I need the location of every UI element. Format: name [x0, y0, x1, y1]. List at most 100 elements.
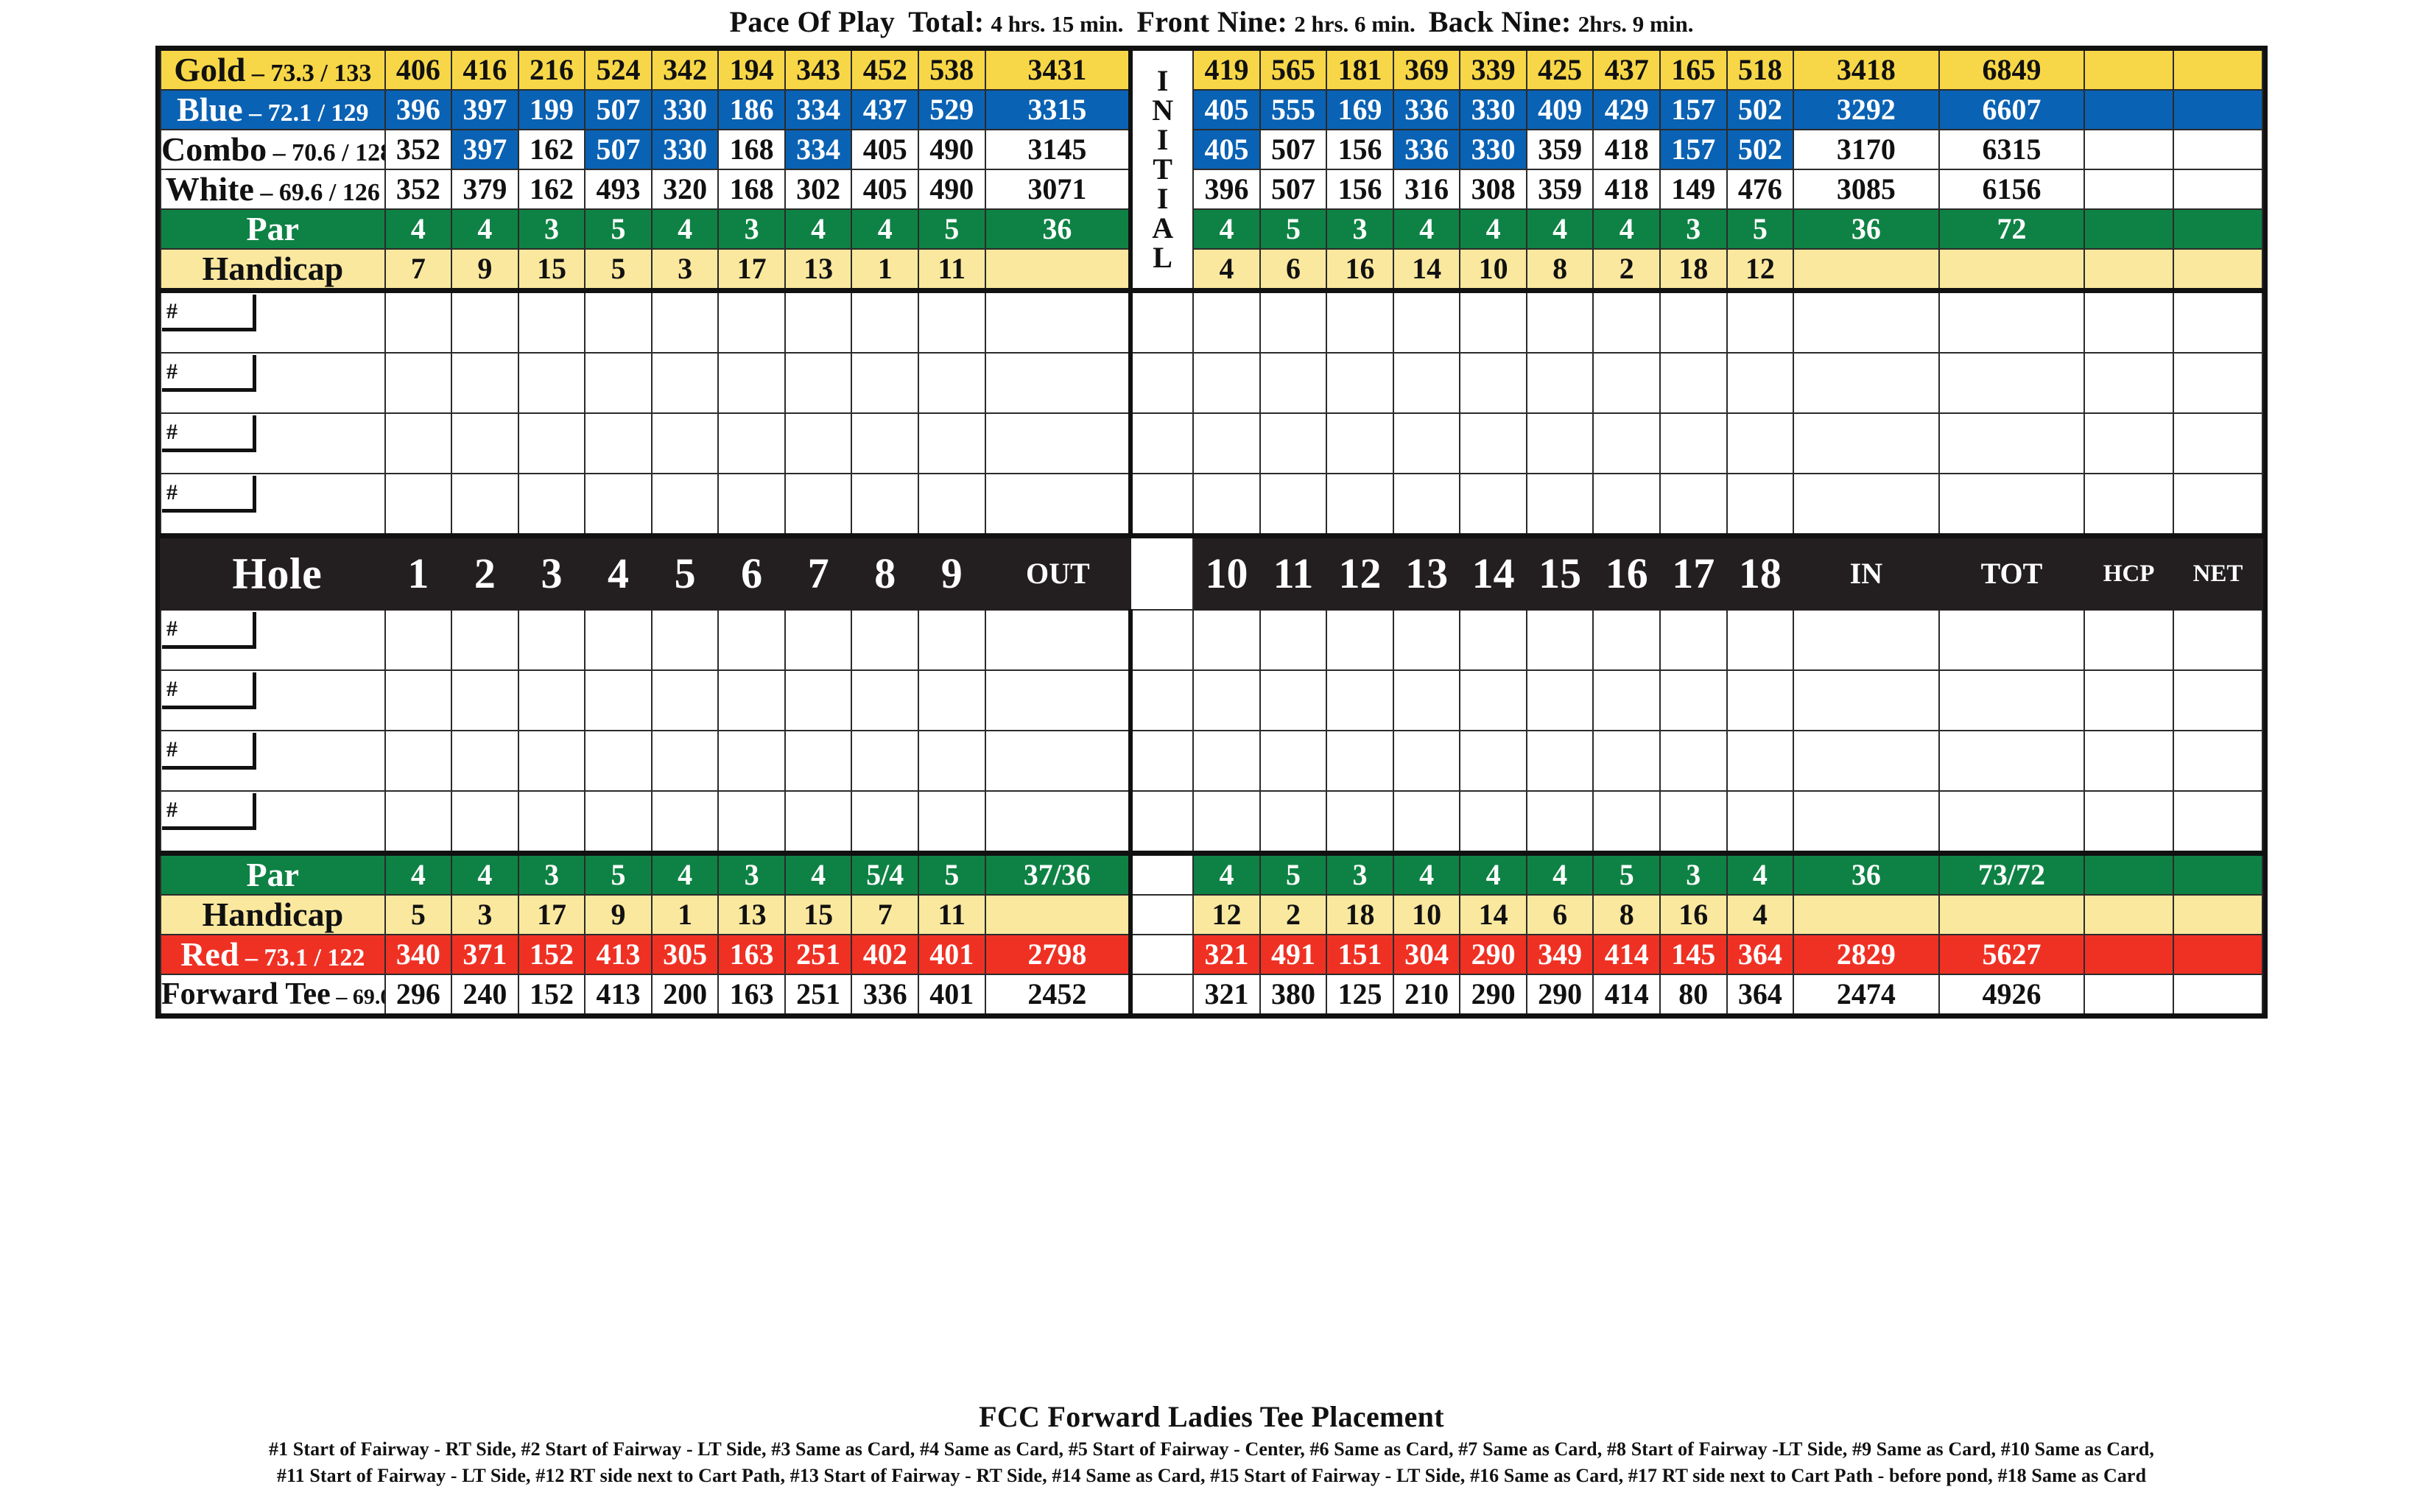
cell-net[interactable] — [2172, 89, 2264, 130]
score-cell-hcp[interactable] — [2083, 790, 2174, 856]
score-cell-in[interactable] — [1793, 790, 1940, 856]
score-cell-hole-5[interactable] — [650, 288, 720, 354]
score-cell-hole-12[interactable] — [1326, 412, 1394, 474]
score-cell-hole-11[interactable] — [1259, 790, 1328, 856]
score-cell-hole-3[interactable] — [517, 473, 586, 538]
player-name-field[interactable]: # — [160, 669, 386, 731]
score-cell-hole-15[interactable] — [1525, 473, 1594, 538]
score-cell-hole-10[interactable] — [1192, 609, 1261, 671]
cell-hcp[interactable] — [2083, 89, 2174, 130]
score-cell-hole-5[interactable] — [650, 609, 720, 671]
score-cell-hcp[interactable] — [2083, 288, 2174, 354]
score-cell-hole-9[interactable] — [917, 669, 986, 731]
score-cell-initial[interactable] — [1130, 352, 1195, 414]
score-cell-net[interactable] — [2172, 609, 2264, 671]
score-cell-hole-6[interactable] — [717, 352, 786, 414]
score-cell-net[interactable] — [2172, 412, 2264, 474]
score-cell-hole-10[interactable] — [1192, 352, 1261, 414]
score-cell-out[interactable] — [984, 669, 1133, 731]
score-cell-hole-5[interactable] — [650, 790, 720, 856]
score-cell-out[interactable] — [984, 730, 1133, 792]
score-cell-hole-16[interactable] — [1592, 288, 1661, 354]
score-cell-hole-18[interactable] — [1726, 609, 1795, 671]
score-cell-hole-4[interactable] — [584, 473, 653, 538]
score-cell-hole-7[interactable] — [784, 352, 853, 414]
score-cell-in[interactable] — [1793, 730, 1940, 792]
score-cell-hole-8[interactable] — [851, 412, 919, 474]
score-cell-hole-11[interactable] — [1259, 669, 1328, 731]
score-cell-hole-15[interactable] — [1525, 412, 1594, 474]
player-name-field[interactable]: # — [160, 412, 386, 474]
score-cell-hole-9[interactable] — [917, 352, 986, 414]
score-cell-hole-4[interactable] — [584, 412, 653, 474]
score-cell-hole-13[interactable] — [1392, 352, 1461, 414]
score-cell-hole-9[interactable] — [917, 730, 986, 792]
score-cell-hcp[interactable] — [2083, 412, 2174, 474]
score-cell-hole-9[interactable] — [917, 790, 986, 856]
score-cell-in[interactable] — [1793, 609, 1940, 671]
score-cell-hole-4[interactable] — [584, 669, 653, 731]
score-cell-hcp[interactable] — [2083, 352, 2174, 414]
score-cell-out[interactable] — [984, 609, 1133, 671]
score-cell-hole-12[interactable] — [1326, 473, 1394, 538]
score-cell-hole-9[interactable] — [917, 288, 986, 354]
score-cell-net[interactable] — [2172, 730, 2264, 792]
score-cell-hole-5[interactable] — [650, 730, 720, 792]
score-cell-in[interactable] — [1793, 473, 1940, 538]
score-cell-initial[interactable] — [1130, 288, 1195, 354]
score-cell-hole-11[interactable] — [1259, 288, 1328, 354]
score-cell-net[interactable] — [2172, 790, 2264, 856]
score-cell-hole-16[interactable] — [1592, 473, 1661, 538]
score-cell-hole-3[interactable] — [517, 669, 586, 731]
score-cell-tot[interactable] — [1938, 609, 2086, 671]
score-cell-net[interactable] — [2172, 473, 2264, 538]
player-number-box[interactable]: # — [162, 733, 256, 770]
score-cell-hole-4[interactable] — [584, 730, 653, 792]
score-cell-hole-17[interactable] — [1659, 473, 1728, 538]
score-cell-hole-10[interactable] — [1192, 473, 1261, 538]
cell-net[interactable] — [2172, 894, 2264, 935]
score-cell-hcp[interactable] — [2083, 609, 2174, 671]
player-name-field[interactable]: # — [160, 288, 386, 354]
score-cell-hole-14[interactable] — [1459, 790, 1527, 856]
score-cell-out[interactable] — [984, 790, 1133, 856]
cell-hcp[interactable] — [2083, 934, 2174, 975]
score-cell-hole-17[interactable] — [1659, 669, 1728, 731]
score-cell-hole-11[interactable] — [1259, 412, 1328, 474]
score-cell-hole-7[interactable] — [784, 730, 853, 792]
score-cell-in[interactable] — [1793, 288, 1940, 354]
score-cell-hole-17[interactable] — [1659, 288, 1728, 354]
player-number-box[interactable]: # — [162, 793, 256, 830]
score-cell-net[interactable] — [2172, 352, 2264, 414]
score-cell-hole-15[interactable] — [1525, 288, 1594, 354]
score-cell-hole-9[interactable] — [917, 412, 986, 474]
score-cell-hole-10[interactable] — [1192, 790, 1261, 856]
score-cell-hole-6[interactable] — [717, 473, 786, 538]
cell-hcp[interactable] — [2083, 894, 2174, 935]
score-cell-hole-10[interactable] — [1192, 288, 1261, 354]
score-cell-hole-11[interactable] — [1259, 352, 1328, 414]
score-cell-hole-15[interactable] — [1525, 352, 1594, 414]
score-cell-hole-9[interactable] — [917, 609, 986, 671]
score-cell-hole-11[interactable] — [1259, 730, 1328, 792]
score-cell-initial[interactable] — [1130, 412, 1195, 474]
player-number-box[interactable]: # — [162, 612, 256, 649]
score-cell-net[interactable] — [2172, 669, 2264, 731]
score-cell-hole-5[interactable] — [650, 412, 720, 474]
score-cell-hole-17[interactable] — [1659, 609, 1728, 671]
score-cell-hole-2[interactable] — [451, 609, 519, 671]
score-cell-hole-10[interactable] — [1192, 669, 1261, 731]
score-cell-in[interactable] — [1793, 352, 1940, 414]
score-cell-tot[interactable] — [1938, 288, 2086, 354]
score-cell-tot[interactable] — [1938, 669, 2086, 731]
score-cell-hole-7[interactable] — [784, 473, 853, 538]
score-cell-hole-7[interactable] — [784, 609, 853, 671]
score-cell-hole-18[interactable] — [1726, 412, 1795, 474]
score-cell-hole-18[interactable] — [1726, 669, 1795, 731]
score-cell-initial[interactable] — [1130, 669, 1195, 731]
score-cell-hole-1[interactable] — [384, 473, 453, 538]
score-cell-hole-14[interactable] — [1459, 669, 1527, 731]
score-cell-tot[interactable] — [1938, 730, 2086, 792]
cell-hcp[interactable] — [2083, 169, 2174, 210]
score-cell-hole-13[interactable] — [1392, 473, 1461, 538]
